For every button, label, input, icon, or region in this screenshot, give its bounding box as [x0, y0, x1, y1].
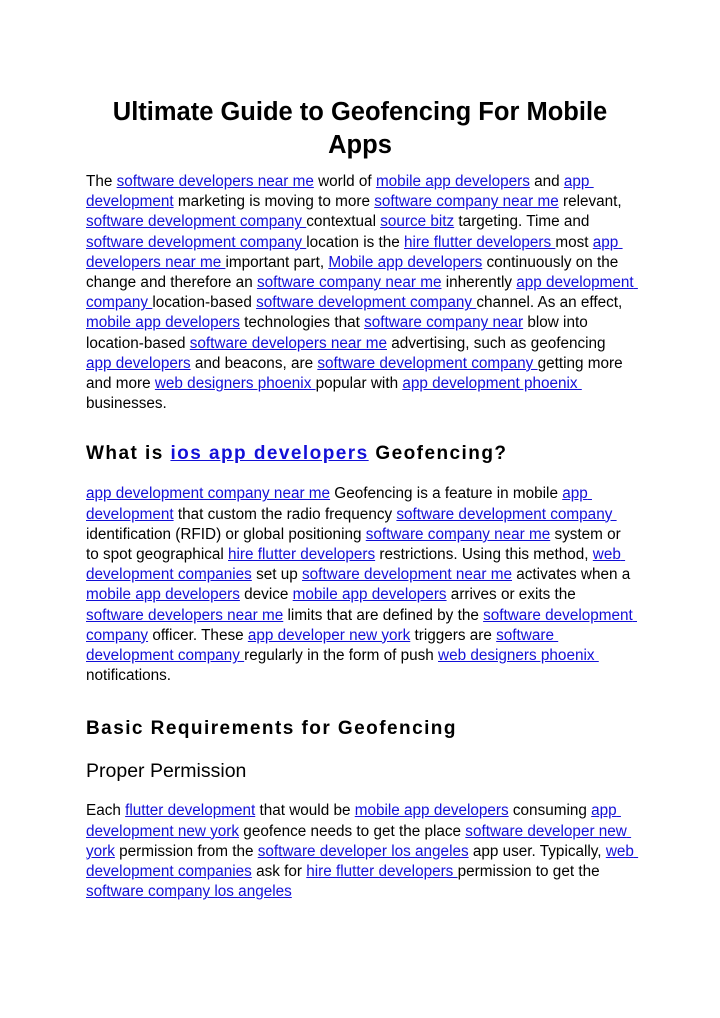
text-run: identification (RFID) or global position…	[86, 525, 366, 543]
text-run: notifications.	[86, 667, 172, 685]
text-run: advertising, such as geofencing	[387, 334, 610, 352]
inline-link[interactable]: mobile app developers	[355, 802, 509, 819]
inline-link[interactable]: app developers	[86, 355, 191, 372]
text-run: regularly in the form of push	[244, 647, 439, 665]
text-run: permission to get the	[457, 863, 604, 881]
inline-link[interactable]: web designers phoenix	[438, 647, 599, 664]
inline-link[interactable]: software company near	[364, 314, 523, 331]
text-run: most	[555, 233, 593, 251]
text-run: arrives or exits the	[446, 586, 581, 604]
paragraph-3: Each flutter development that would be m…	[86, 801, 634, 902]
paragraph-2: app development company near me Geofenci…	[86, 484, 634, 686]
heading-what-is: What is ios app developers Geofencing?	[86, 441, 634, 466]
text-run: restrictions. Using this method,	[375, 546, 593, 564]
inline-link[interactable]: mobile app developers	[86, 314, 240, 331]
document-content: Ultimate Guide to Geofencing For Mobile …	[86, 96, 634, 902]
text-run: that custom the radio frequency	[173, 505, 397, 523]
text-run: The	[86, 173, 117, 190]
inline-link[interactable]: flutter development	[125, 802, 255, 819]
text-run: triggers are	[410, 626, 497, 644]
text-run: Geofencing is a feature in mobile	[330, 485, 563, 503]
text-run: geofence needs to get the place	[239, 822, 466, 840]
inline-link[interactable]: source bitz	[380, 213, 454, 230]
text-run: Geofencing?	[368, 443, 508, 465]
inline-link[interactable]: mobile app developers	[376, 173, 530, 190]
inline-link[interactable]: software company near me	[374, 193, 559, 210]
text-run: technologies that	[239, 314, 365, 332]
inline-link[interactable]: software development company	[396, 506, 616, 523]
inline-link[interactable]: software developers near me	[190, 335, 387, 352]
text-run: device	[239, 586, 293, 604]
text-run: Basic Requirements for Geofencing	[86, 718, 457, 740]
inline-link[interactable]: software company los angeles	[86, 883, 292, 900]
text-run: consuming	[508, 802, 592, 820]
text-run: app user. Typically,	[468, 842, 606, 860]
subheading-proper-permission: Proper Permission	[86, 759, 634, 784]
inline-link[interactable]: software development company	[86, 213, 306, 230]
text-run: contextual	[306, 213, 381, 231]
inline-link[interactable]: web designers phoenix	[155, 375, 316, 392]
document-body: The software developers near me world of…	[86, 172, 634, 902]
inline-link[interactable]: hire flutter developers	[306, 863, 457, 880]
text-run: and	[529, 173, 564, 190]
inline-link[interactable]: software developers near me	[117, 173, 314, 190]
inline-link[interactable]: mobile app developers	[86, 586, 240, 603]
text-run: activates when a	[512, 566, 635, 584]
text-run: important part,	[225, 253, 329, 271]
text-run: location-based	[152, 294, 257, 312]
text-run: What is	[86, 443, 171, 465]
text-run: Proper Permission	[86, 760, 247, 783]
inline-link[interactable]: software development near me	[302, 566, 512, 583]
text-run: targeting. Time and	[454, 213, 594, 231]
text-run: that would be	[255, 802, 355, 820]
text-run: and beacons, are	[190, 354, 318, 372]
text-run: inherently	[441, 274, 517, 292]
text-run: marketing is moving to more	[173, 193, 375, 211]
inline-link[interactable]: app developer new york	[248, 627, 410, 644]
paragraph-1: The software developers near me world of…	[86, 172, 634, 414]
inline-link[interactable]: Mobile app developers	[328, 254, 482, 271]
document-page: Ultimate Guide to Geofencing For Mobile …	[0, 0, 720, 1018]
inline-link[interactable]: app development phoenix	[402, 375, 581, 392]
inline-link[interactable]: software company near me	[366, 526, 551, 543]
inline-link[interactable]: software development company	[317, 355, 537, 372]
inline-link[interactable]: software company near me	[257, 274, 442, 291]
inline-link[interactable]: ios app developers	[170, 443, 368, 464]
page-title: Ultimate Guide to Geofencing For Mobile …	[112, 98, 608, 159]
text-run: channel. As an effect,	[476, 294, 627, 312]
text-run: permission from the	[114, 842, 258, 860]
heading-basic-requirements: Basic Requirements for Geofencing	[86, 716, 634, 741]
text-run: popular with	[315, 375, 403, 393]
inline-link[interactable]: app development company near me	[86, 485, 330, 502]
inline-link[interactable]: hire flutter developers	[228, 546, 375, 563]
inline-link[interactable]: mobile app developers	[293, 586, 447, 603]
text-run: businesses.	[86, 395, 167, 413]
inline-link[interactable]: software development company	[86, 234, 306, 251]
text-run: location is the	[306, 233, 405, 251]
text-run: ask for	[251, 863, 307, 881]
text-run: Each	[86, 802, 126, 820]
text-run: relevant,	[558, 193, 626, 211]
text-run: officer. These	[148, 626, 248, 644]
inline-link[interactable]: software developer los angeles	[258, 843, 469, 860]
text-run: limits that are defined by the	[283, 606, 484, 624]
inline-link[interactable]: hire flutter developers	[404, 234, 555, 251]
text-run: set up	[251, 566, 302, 584]
inline-link[interactable]: software developers near me	[86, 607, 283, 624]
text-run: world of	[313, 173, 376, 190]
inline-link[interactable]: software development company	[256, 294, 476, 311]
